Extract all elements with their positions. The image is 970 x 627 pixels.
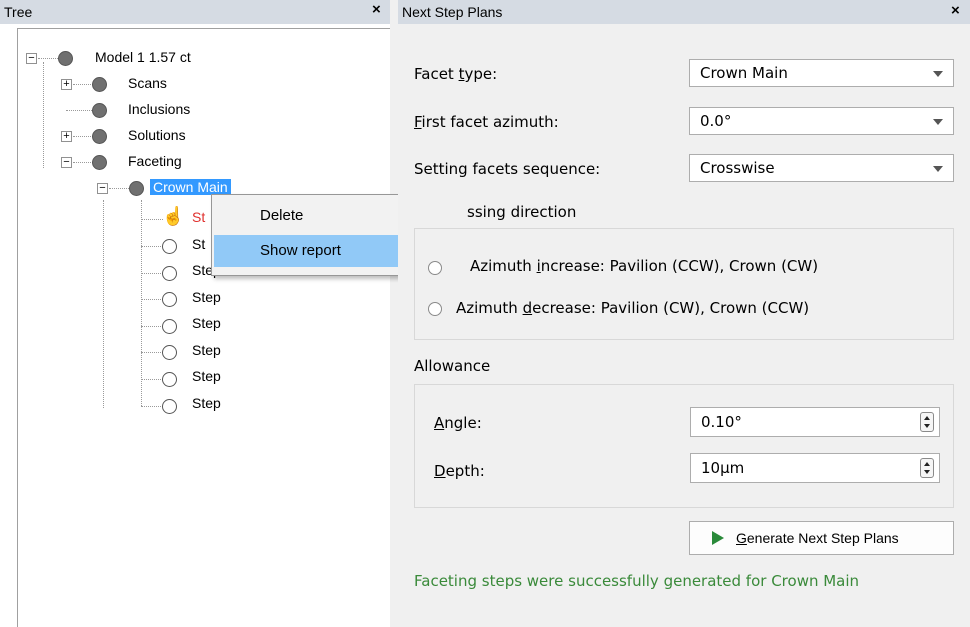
- tree-node-step[interactable]: Step: [192, 289, 221, 305]
- azimuth-decrease-radio[interactable]: [428, 302, 442, 316]
- generate-next-step-plans-button[interactable]: Generate Next Step Plans: [689, 521, 954, 555]
- crown-main-collapse-toggle[interactable]: −: [97, 183, 108, 194]
- tree-node-inclusions[interactable]: Inclusions: [128, 101, 190, 117]
- node-status-icon: [92, 155, 107, 170]
- panel-close-icon[interactable]: ×: [951, 2, 960, 19]
- spin-up-icon: [924, 462, 930, 466]
- facets-sequence-select[interactable]: Crosswise: [689, 154, 954, 182]
- facets-sequence-value: Crosswise: [700, 159, 775, 177]
- direction-group: Azimuth increase: Pavilion (CCW), Crown …: [414, 228, 954, 340]
- tree-node-faceting[interactable]: Faceting: [128, 153, 182, 169]
- facet-type-value: Crown Main: [700, 64, 788, 82]
- angle-spin-buttons[interactable]: [920, 412, 934, 432]
- angle-spinbox[interactable]: 0.10°: [690, 407, 940, 437]
- next-step-plans-panel: Next Step Plans × Facet type: Crown Main…: [398, 0, 970, 627]
- panel-title-text: Next Step Plans: [402, 4, 503, 20]
- tree-node-step[interactable]: Step: [192, 315, 221, 331]
- step-status-icon: [162, 345, 177, 360]
- node-status-icon: [129, 181, 144, 196]
- allowance-group-title: Allowance: [414, 357, 491, 375]
- allowance-group: Angle: 0.10° Depth: 10µm: [414, 384, 954, 508]
- tree-node-scans[interactable]: Scans: [128, 75, 167, 91]
- tree-node-model[interactable]: Model 1 1.57 ct: [95, 49, 191, 65]
- scans-expand-toggle[interactable]: +: [61, 79, 72, 90]
- step-status-icon: [162, 292, 177, 307]
- solutions-expand-toggle[interactable]: +: [61, 131, 72, 142]
- first-facet-azimuth-value: 0.0°: [700, 112, 732, 130]
- tree-node-crown-main[interactable]: Crown Main: [150, 179, 231, 195]
- facet-type-select[interactable]: Crown Main: [689, 59, 954, 87]
- tree-node-step[interactable]: Step: [192, 395, 221, 411]
- tree-node-step[interactable]: St: [192, 209, 205, 225]
- step-status-icon: [162, 372, 177, 387]
- status-message: Faceting steps were successfully generat…: [414, 572, 860, 590]
- facet-type-label: Facet type:: [414, 65, 498, 83]
- azimuth-increase-radio[interactable]: [428, 261, 442, 275]
- angle-value: 0.10°: [701, 413, 742, 431]
- chevron-down-icon: [933, 71, 943, 77]
- root-collapse-toggle[interactable]: −: [26, 53, 37, 64]
- tree-node-step[interactable]: Step: [192, 342, 221, 358]
- tree-node-solutions[interactable]: Solutions: [128, 127, 186, 143]
- node-status-icon: [92, 103, 107, 118]
- spin-down-icon: [924, 470, 930, 474]
- depth-label: Depth:: [434, 462, 485, 480]
- chevron-down-icon: [933, 166, 943, 172]
- step-status-icon: [162, 239, 177, 254]
- tree-node-step[interactable]: Step: [192, 368, 221, 384]
- direction-group-title: ssing direction: [467, 203, 577, 221]
- play-icon: [712, 531, 724, 545]
- step-status-icon: [162, 319, 177, 334]
- spin-up-icon: [924, 416, 930, 420]
- angle-label: Angle:: [434, 414, 482, 432]
- first-facet-azimuth-select[interactable]: 0.0°: [689, 107, 954, 135]
- panel-title: Next Step Plans: [398, 0, 970, 24]
- step-status-icon: [162, 266, 177, 281]
- facets-sequence-label: Setting facets sequence:: [414, 160, 601, 178]
- step-status-icon: [162, 399, 177, 414]
- tree-node-step[interactable]: St: [192, 236, 205, 252]
- azimuth-decrease-label[interactable]: Azimuth decrease: Pavilion (CW), Crown (…: [456, 299, 809, 317]
- first-facet-azimuth-label: First facet azimuth:: [414, 113, 559, 131]
- faceting-collapse-toggle[interactable]: −: [61, 157, 72, 168]
- tree-nodes: − Model 1 1.57 ct + Scans Inclusions + S…: [0, 0, 390, 627]
- azimuth-increase-label[interactable]: Azimuth increase: Pavilion (CCW), Crown …: [470, 257, 818, 275]
- depth-spin-buttons[interactable]: [920, 458, 934, 478]
- generate-button-label: Generate Next Step Plans: [736, 530, 899, 546]
- hand-cursor-icon: ☝: [162, 206, 185, 226]
- depth-spinbox[interactable]: 10µm: [690, 453, 940, 483]
- node-status-icon: [92, 129, 107, 144]
- tree-panel: Tree × − Model 1 1.57 ct + Scans Inclusi…: [0, 0, 469, 627]
- depth-value: 10µm: [701, 459, 745, 477]
- node-status-icon: [92, 77, 107, 92]
- spin-down-icon: [924, 424, 930, 428]
- chevron-down-icon: [933, 119, 943, 125]
- node-status-icon: [58, 51, 73, 66]
